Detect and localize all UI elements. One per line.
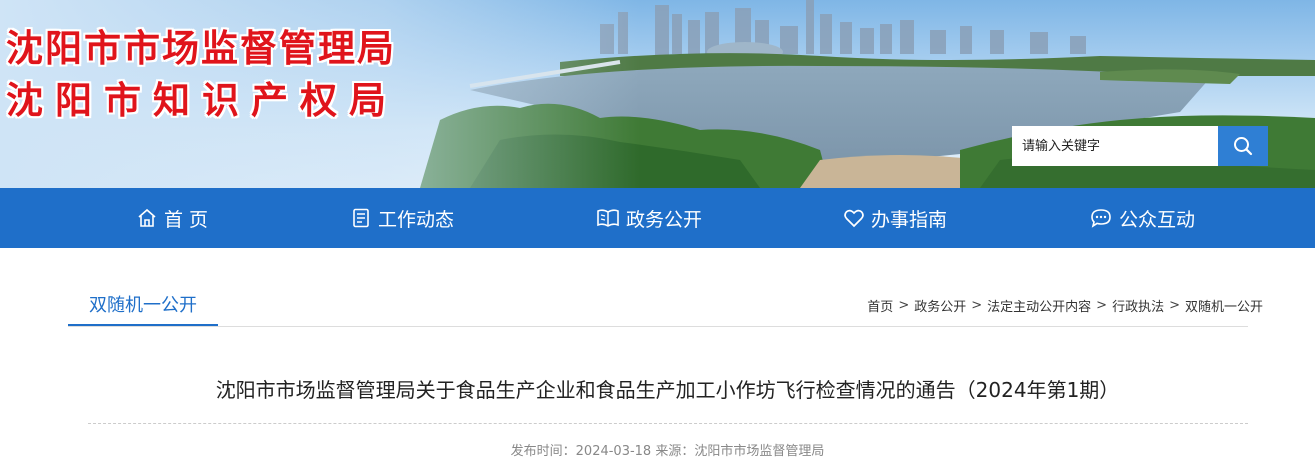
site-title-line1: 沈阳市市场监督管理局 — [6, 27, 396, 70]
section-tab[interactable]: 双随机一公开 — [68, 284, 218, 327]
main-nav: 首 页 工作动态 政务公开 办事指南 公众互动 — [0, 188, 1315, 248]
search-input[interactable] — [1012, 126, 1218, 166]
search-icon — [1234, 137, 1253, 156]
chat-icon — [1091, 209, 1111, 228]
search-box — [1012, 126, 1268, 166]
nav-item-work-news[interactable]: 工作动态 — [350, 188, 454, 248]
article-meta: 发布时间：2024-03-18 来源：沈阳市市场监督管理局 — [510, 444, 825, 459]
document-icon — [353, 208, 369, 228]
home-icon — [138, 208, 156, 227]
nav-item-label: 首 页 — [164, 208, 209, 231]
nav-item-label: 公众互动 — [1119, 208, 1196, 231]
nav-item-label: 政务公开 — [626, 208, 703, 231]
nav-item-public-interaction[interactable]: 公众互动 — [1089, 188, 1195, 248]
section-divider — [68, 326, 1248, 327]
site-title-line2: 沈阳市知识产权局 — [6, 79, 398, 122]
nav-item-label: 工作动态 — [378, 208, 455, 231]
breadcrumb-separator: > — [898, 298, 910, 313]
breadcrumb-separator: > — [1169, 298, 1180, 313]
breadcrumb-statutory-disclosure[interactable]: 法定主动公开内容 — [987, 296, 1091, 315]
breadcrumb-home[interactable]: 首页 — [867, 296, 893, 315]
book-icon — [597, 209, 619, 227]
heart-icon — [844, 209, 864, 228]
nav-item-government-affairs[interactable]: 政务公开 — [596, 188, 702, 248]
search-button[interactable] — [1218, 126, 1268, 166]
nav-item-label: 办事指南 — [871, 208, 948, 231]
breadcrumb-double-random[interactable]: 双随机一公开 — [1185, 296, 1263, 315]
nav-item-home[interactable]: 首 页 — [136, 188, 208, 248]
breadcrumb-separator: > — [1096, 298, 1108, 313]
breadcrumb-government-affairs[interactable]: 政务公开 — [914, 296, 966, 315]
breadcrumb-separator: > — [971, 298, 983, 313]
nav-item-service-guide[interactable]: 办事指南 — [843, 188, 947, 248]
breadcrumb: 首页 > 政务公开 > 法定主动公开内容 > 行政执法 > 双随机一公开 — [867, 296, 1263, 315]
header-banner: 沈阳市市场监督管理局 沈阳市知识产权局 — [0, 0, 1315, 188]
article-title: 沈阳市市场监督管理局关于食品生产企业和食品生产加工小作坊飞行检查情况的通告（20… — [215, 378, 1120, 402]
breadcrumb-administrative-enforcement[interactable]: 行政执法 — [1112, 296, 1164, 315]
title-divider — [88, 423, 1248, 424]
